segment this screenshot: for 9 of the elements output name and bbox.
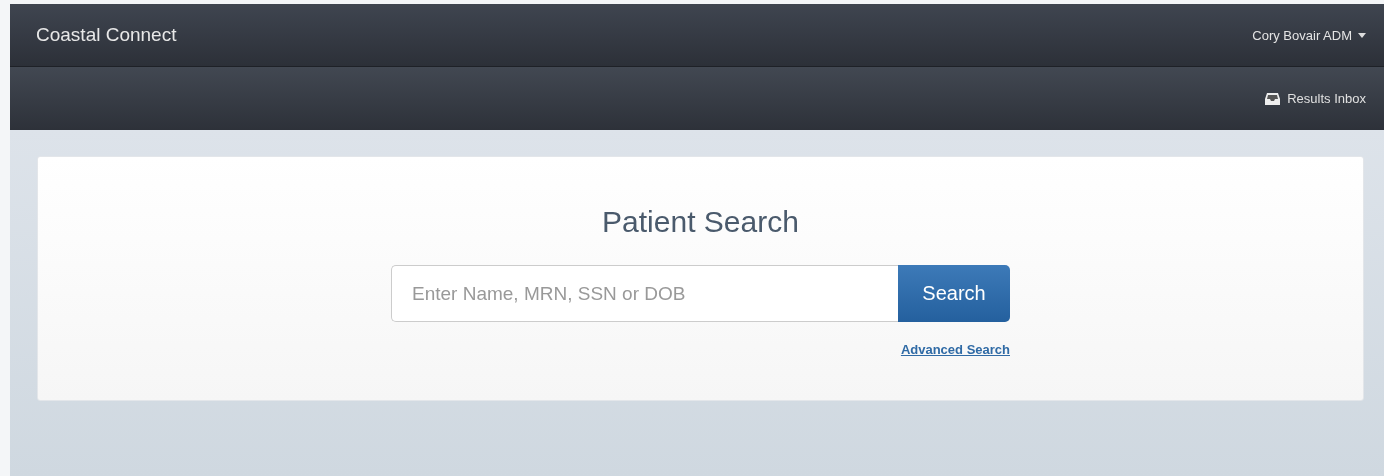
search-field[interactable]: Enter Name, MRN, SSN or DOB <box>391 265 898 322</box>
search-button[interactable]: Search <box>898 265 1010 322</box>
caret-icon <box>1358 32 1366 38</box>
user-menu[interactable]: Cory Bovair ADM <box>1252 27 1366 43</box>
advanced-search-link[interactable]: Advanced Search <box>900 342 1010 357</box>
page-title: Patient Search <box>602 205 799 239</box>
inbox-icon <box>1265 92 1281 105</box>
results-inbox-link[interactable]: Results Inbox <box>1265 91 1366 106</box>
brand-name[interactable]: Coastal Connect <box>36 24 177 46</box>
